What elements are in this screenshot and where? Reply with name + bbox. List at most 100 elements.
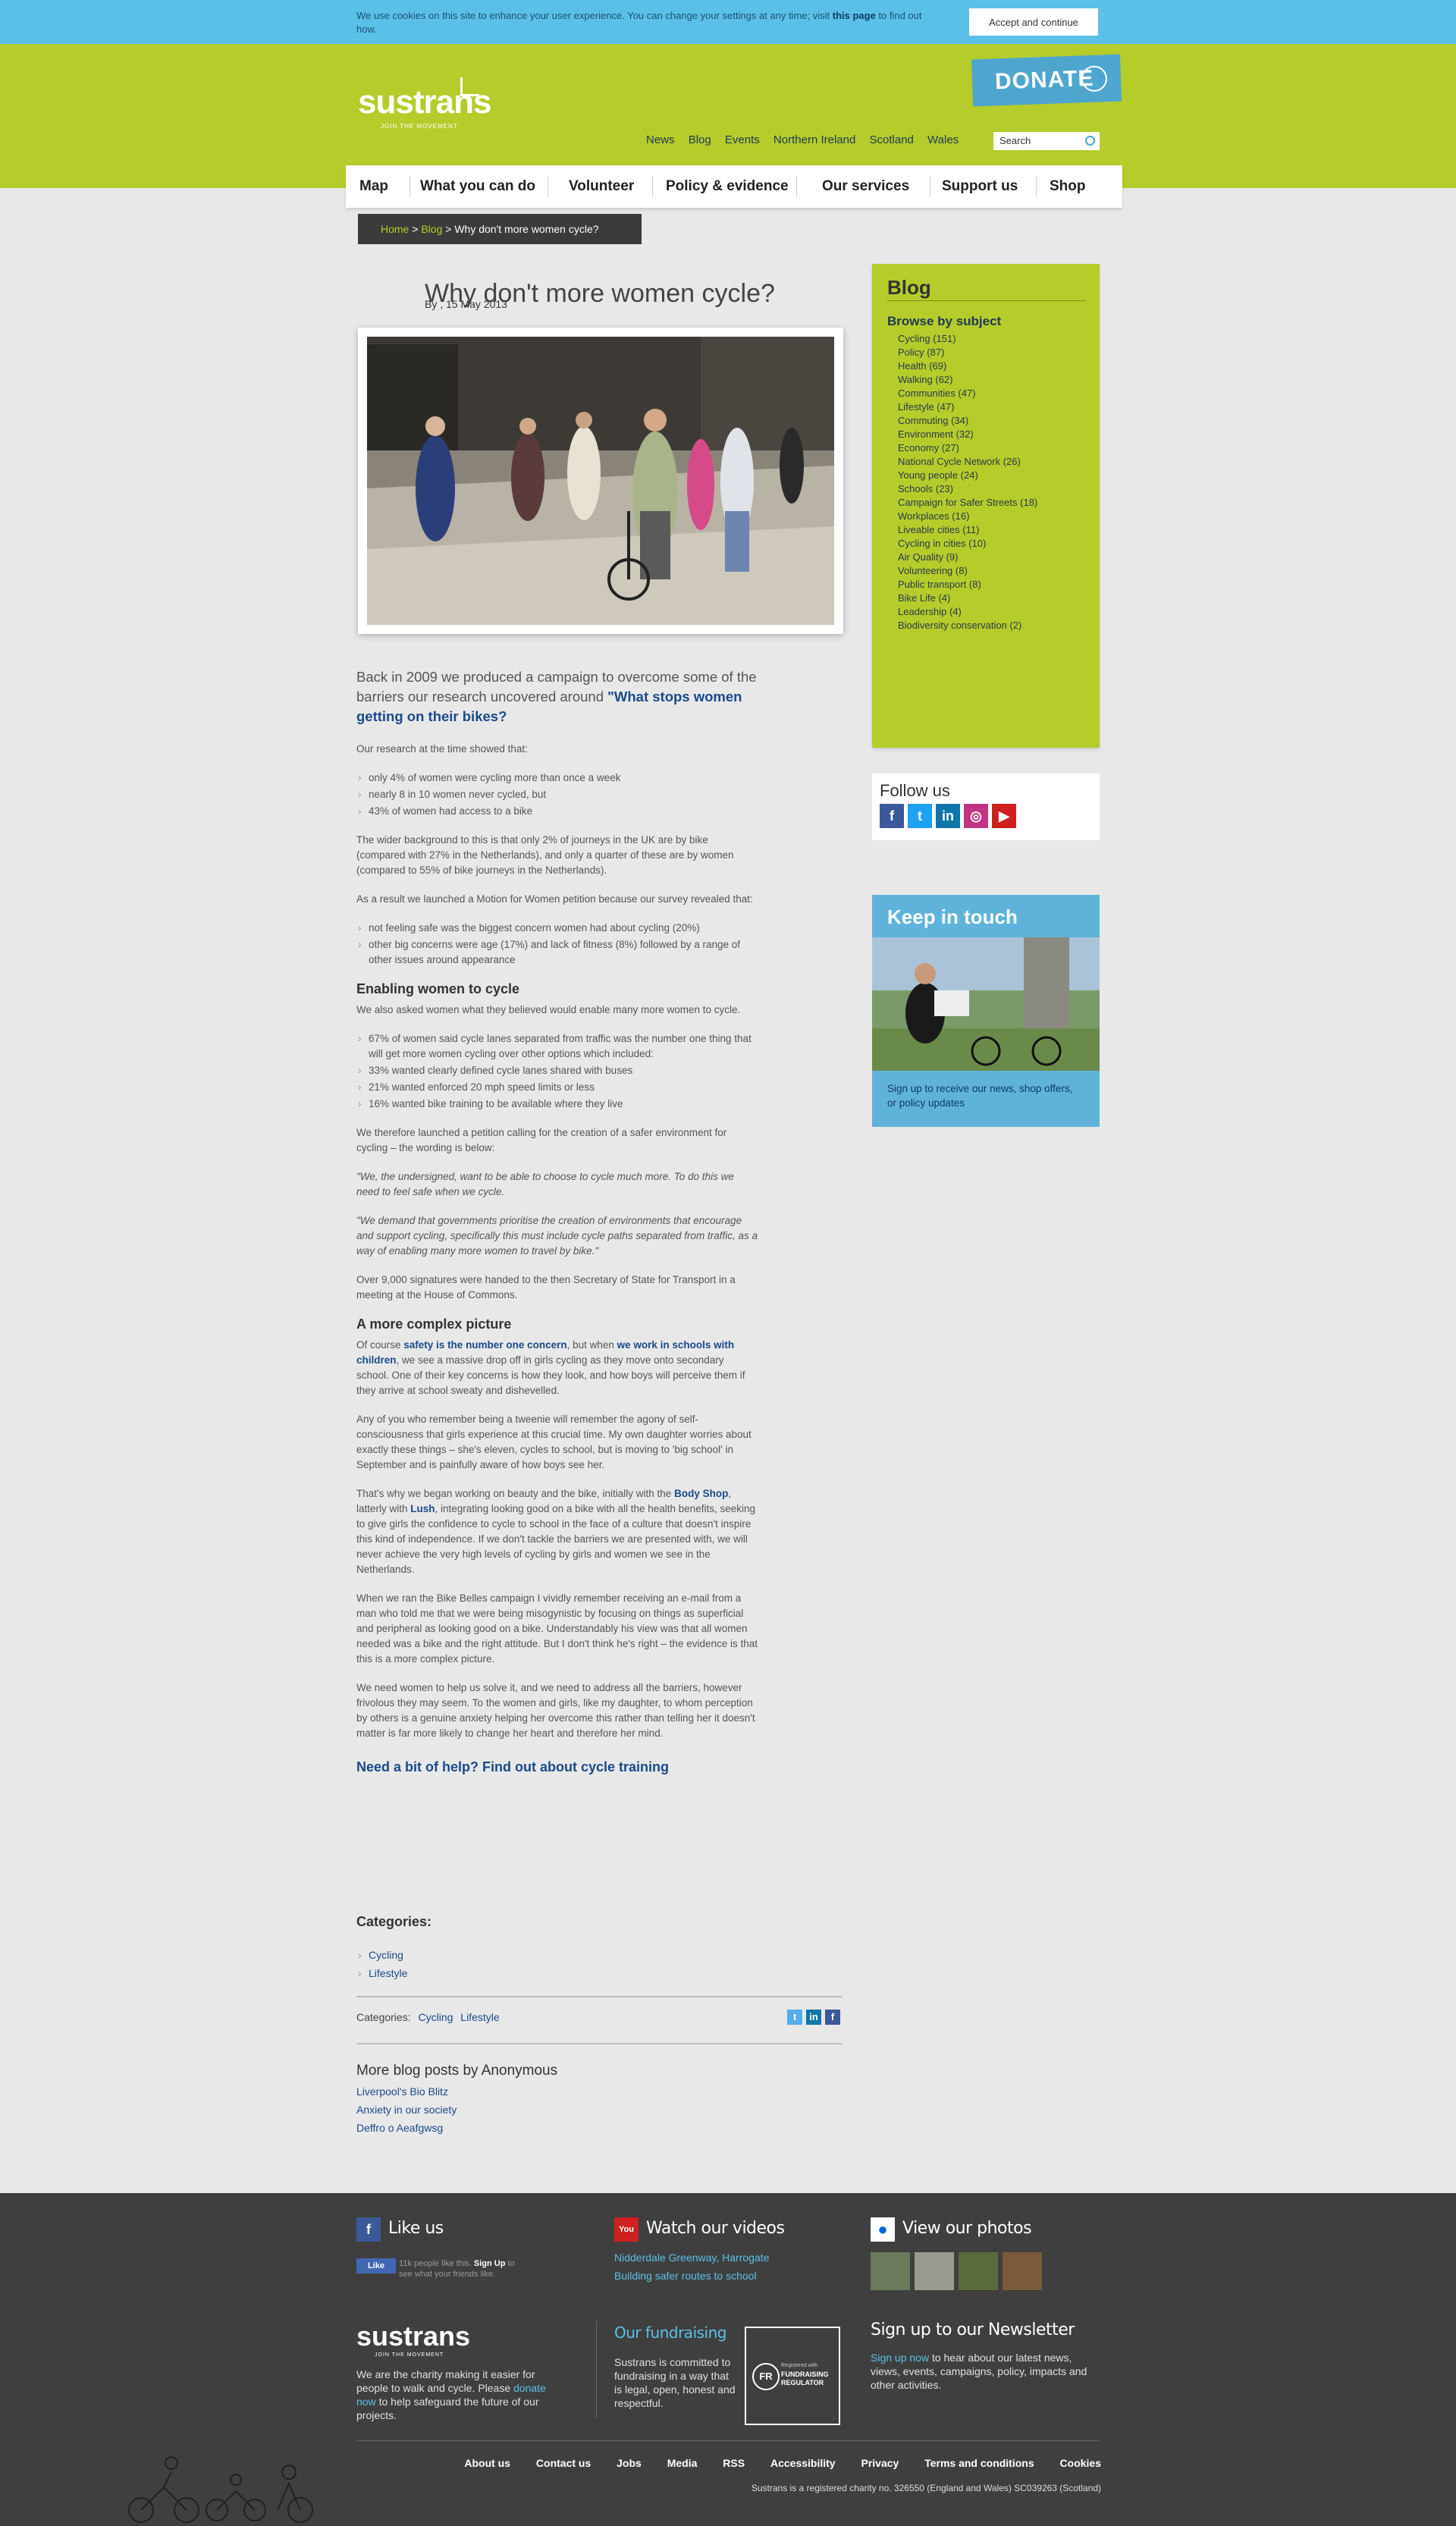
list-item: only 4% of women were cycling more than …	[356, 770, 758, 786]
category-tag-cycling[interactable]: Cycling	[418, 2011, 453, 2023]
accept-cookies-button[interactable]: Accept and continue	[969, 8, 1098, 36]
category-lifestyle-link[interactable]: Lifestyle	[369, 1967, 407, 1979]
breadcrumb-home[interactable]: Home	[381, 223, 409, 235]
footer-link-contact[interactable]: Contact us	[536, 2457, 591, 2469]
linkedin-icon[interactable]: in	[936, 804, 960, 828]
subject-link[interactable]: Leadership (4)	[898, 605, 1037, 619]
safety-link[interactable]: safety is the number one concern	[403, 1339, 566, 1351]
nav-shop[interactable]: Shop	[1050, 165, 1086, 208]
subject-link[interactable]: Health (69)	[898, 359, 1037, 373]
top-nav-wales[interactable]: Wales	[927, 133, 959, 146]
flickr-icon[interactable]: ●	[871, 2217, 895, 2242]
main-nav: Map What you can do Volunteer Policy & e…	[346, 165, 1122, 208]
subject-link[interactable]: Cycling (151)	[898, 332, 1037, 346]
instagram-icon[interactable]: ◎	[964, 804, 988, 828]
subject-link[interactable]: Liveable cities (11)	[898, 523, 1037, 537]
categories-heading: Categories:	[356, 1914, 432, 1929]
cycle-training-link[interactable]: Need a bit of help? Find out about cycle…	[356, 1759, 758, 1774]
more-posts-heading: More blog posts by Anonymous	[356, 2063, 558, 2079]
nav-volunteer[interactable]: Volunteer	[569, 165, 634, 208]
subject-link[interactable]: National Cycle Network (26)	[898, 455, 1037, 469]
subject-link[interactable]: Walking (62)	[898, 373, 1037, 387]
facebook-icon[interactable]: f	[825, 2010, 840, 2025]
paragraph: That's why we began working on beauty an…	[356, 1488, 756, 1575]
footer-link-rss[interactable]: RSS	[723, 2457, 745, 2469]
facebook-like-button[interactable]: Like	[356, 2258, 396, 2273]
top-nav-scotland[interactable]: Scotland	[870, 133, 914, 146]
video-link[interactable]: Building safer routes to school	[614, 2269, 757, 2283]
subject-link[interactable]: Lifestyle (47)	[898, 400, 1037, 414]
breadcrumb-blog[interactable]: Blog	[421, 223, 442, 235]
more-post-link[interactable]: Liverpool's Bio Blitz	[356, 2082, 457, 2101]
video-link[interactable]: Nidderdale Greenway, Harrogate	[614, 2251, 769, 2264]
cookie-page-link[interactable]: this page	[833, 10, 876, 21]
top-nav-events[interactable]: Events	[725, 133, 760, 146]
subject-link[interactable]: Public transport (8)	[898, 578, 1037, 591]
subject-link[interactable]: Bike Life (4)	[898, 591, 1037, 605]
donate-button[interactable]: DONATE	[971, 54, 1122, 107]
twitter-icon[interactable]: t	[908, 804, 932, 828]
more-post-link[interactable]: Anxiety in our society	[356, 2101, 457, 2119]
photo-thumbnail[interactable]	[959, 2252, 998, 2290]
subject-link[interactable]: Workplaces (16)	[898, 510, 1037, 523]
keep-in-touch-panel[interactable]: Keep in touch Sign up to receive our new…	[872, 895, 1100, 1127]
twitter-icon[interactable]: t	[787, 2010, 802, 2025]
facebook-signup-link[interactable]: Sign Up	[474, 2259, 506, 2268]
breadcrumb-current: Why don't more women cycle?	[454, 223, 599, 235]
top-nav-northern-ireland[interactable]: Northern Ireland	[774, 133, 855, 146]
sustrans-logo[interactable]: sustrans JOIN THE MOVEMENT	[358, 77, 491, 130]
top-nav-blog[interactable]: Blog	[689, 133, 711, 146]
footer-link-about[interactable]: About us	[464, 2457, 510, 2469]
lush-link[interactable]: Lush	[410, 1503, 435, 1514]
search-icon[interactable]	[1085, 136, 1095, 146]
photo-thumbnail[interactable]	[871, 2252, 910, 2290]
list-item: 67% of women said cycle lanes separated …	[356, 1031, 758, 1062]
footer-link-privacy[interactable]: Privacy	[861, 2457, 899, 2469]
newsletter-signup-link[interactable]: Sign up now	[871, 2352, 929, 2364]
footer-link-cookies[interactable]: Cookies	[1060, 2457, 1101, 2469]
youtube-icon[interactable]: You	[614, 2217, 639, 2242]
subject-link[interactable]: Policy (87)	[898, 346, 1037, 359]
nav-policy-evidence[interactable]: Policy & evidence	[666, 165, 789, 208]
youtube-icon[interactable]: ▶	[992, 804, 1016, 828]
facebook-icon[interactable]: f	[356, 2217, 381, 2242]
blog-subjects-panel: Blog Browse by subject Cycling (151) Poli…	[872, 264, 1100, 748]
nav-map[interactable]: Map	[359, 165, 388, 208]
nav-our-services[interactable]: Our services	[822, 165, 909, 208]
footer-logo[interactable]: sustrans JOIN THE MOVEMENT	[356, 2320, 470, 2358]
footer-link-terms[interactable]: Terms and conditions	[924, 2457, 1034, 2469]
charity-text: We are the charity making it easier for …	[356, 2368, 546, 2421]
body-shop-link[interactable]: Body Shop	[674, 1488, 728, 1499]
subject-link[interactable]: Campaign for Safer Streets (18)	[898, 496, 1037, 510]
like-us-heading: Like us	[388, 2219, 444, 2238]
subject-link[interactable]: Air Quality (9)	[898, 551, 1037, 564]
facebook-icon[interactable]: f	[880, 804, 904, 828]
more-post-link[interactable]: Deffro o Aeafgwsg	[356, 2119, 457, 2137]
category-tag-lifestyle[interactable]: Lifestyle	[460, 2011, 499, 2023]
subject-link[interactable]: Biodiversity conservation (2)	[898, 619, 1037, 632]
subject-link[interactable]: Volunteering (8)	[898, 564, 1037, 578]
photo-thumbnail[interactable]	[915, 2252, 954, 2290]
nav-what-you-can-do[interactable]: What you can do	[420, 165, 535, 208]
subject-link[interactable]: Environment (32)	[898, 428, 1037, 441]
subject-link[interactable]: Young people (24)	[898, 469, 1037, 482]
subject-link[interactable]: Economy (27)	[898, 441, 1037, 455]
subject-link[interactable]: Cycling in cities (10)	[898, 537, 1037, 551]
search-input[interactable]: Search	[993, 132, 1100, 150]
linkedin-icon[interactable]: in	[806, 2010, 821, 2025]
subject-link[interactable]: Commuting (34)	[898, 414, 1037, 428]
paragraph: As a result we launched a Motion for Wom…	[356, 893, 753, 905]
top-nav-news[interactable]: News	[646, 133, 675, 146]
fundraising-regulator-badge[interactable]: FR Registered with FUNDRAISING REGULATOR	[745, 2327, 840, 2425]
subject-link[interactable]: Schools (23)	[898, 482, 1037, 496]
subject-link[interactable]: Communities (47)	[898, 387, 1037, 400]
category-cycling-link[interactable]: Cycling	[369, 1949, 403, 1961]
fundraising-text: Sustrans is committed to fundraising in …	[614, 2356, 736, 2409]
photo-thumbnail[interactable]	[1003, 2252, 1042, 2290]
follow-title: Follow us	[880, 781, 950, 800]
footer-link-media[interactable]: Media	[667, 2457, 698, 2469]
footer-link-jobs[interactable]: Jobs	[617, 2457, 642, 2469]
lead-paragraph: Back in 2009 we produced a campaign to o…	[356, 669, 757, 724]
footer-link-accessibility[interactable]: Accessibility	[770, 2457, 836, 2469]
nav-support-us[interactable]: Support us	[942, 165, 1018, 208]
